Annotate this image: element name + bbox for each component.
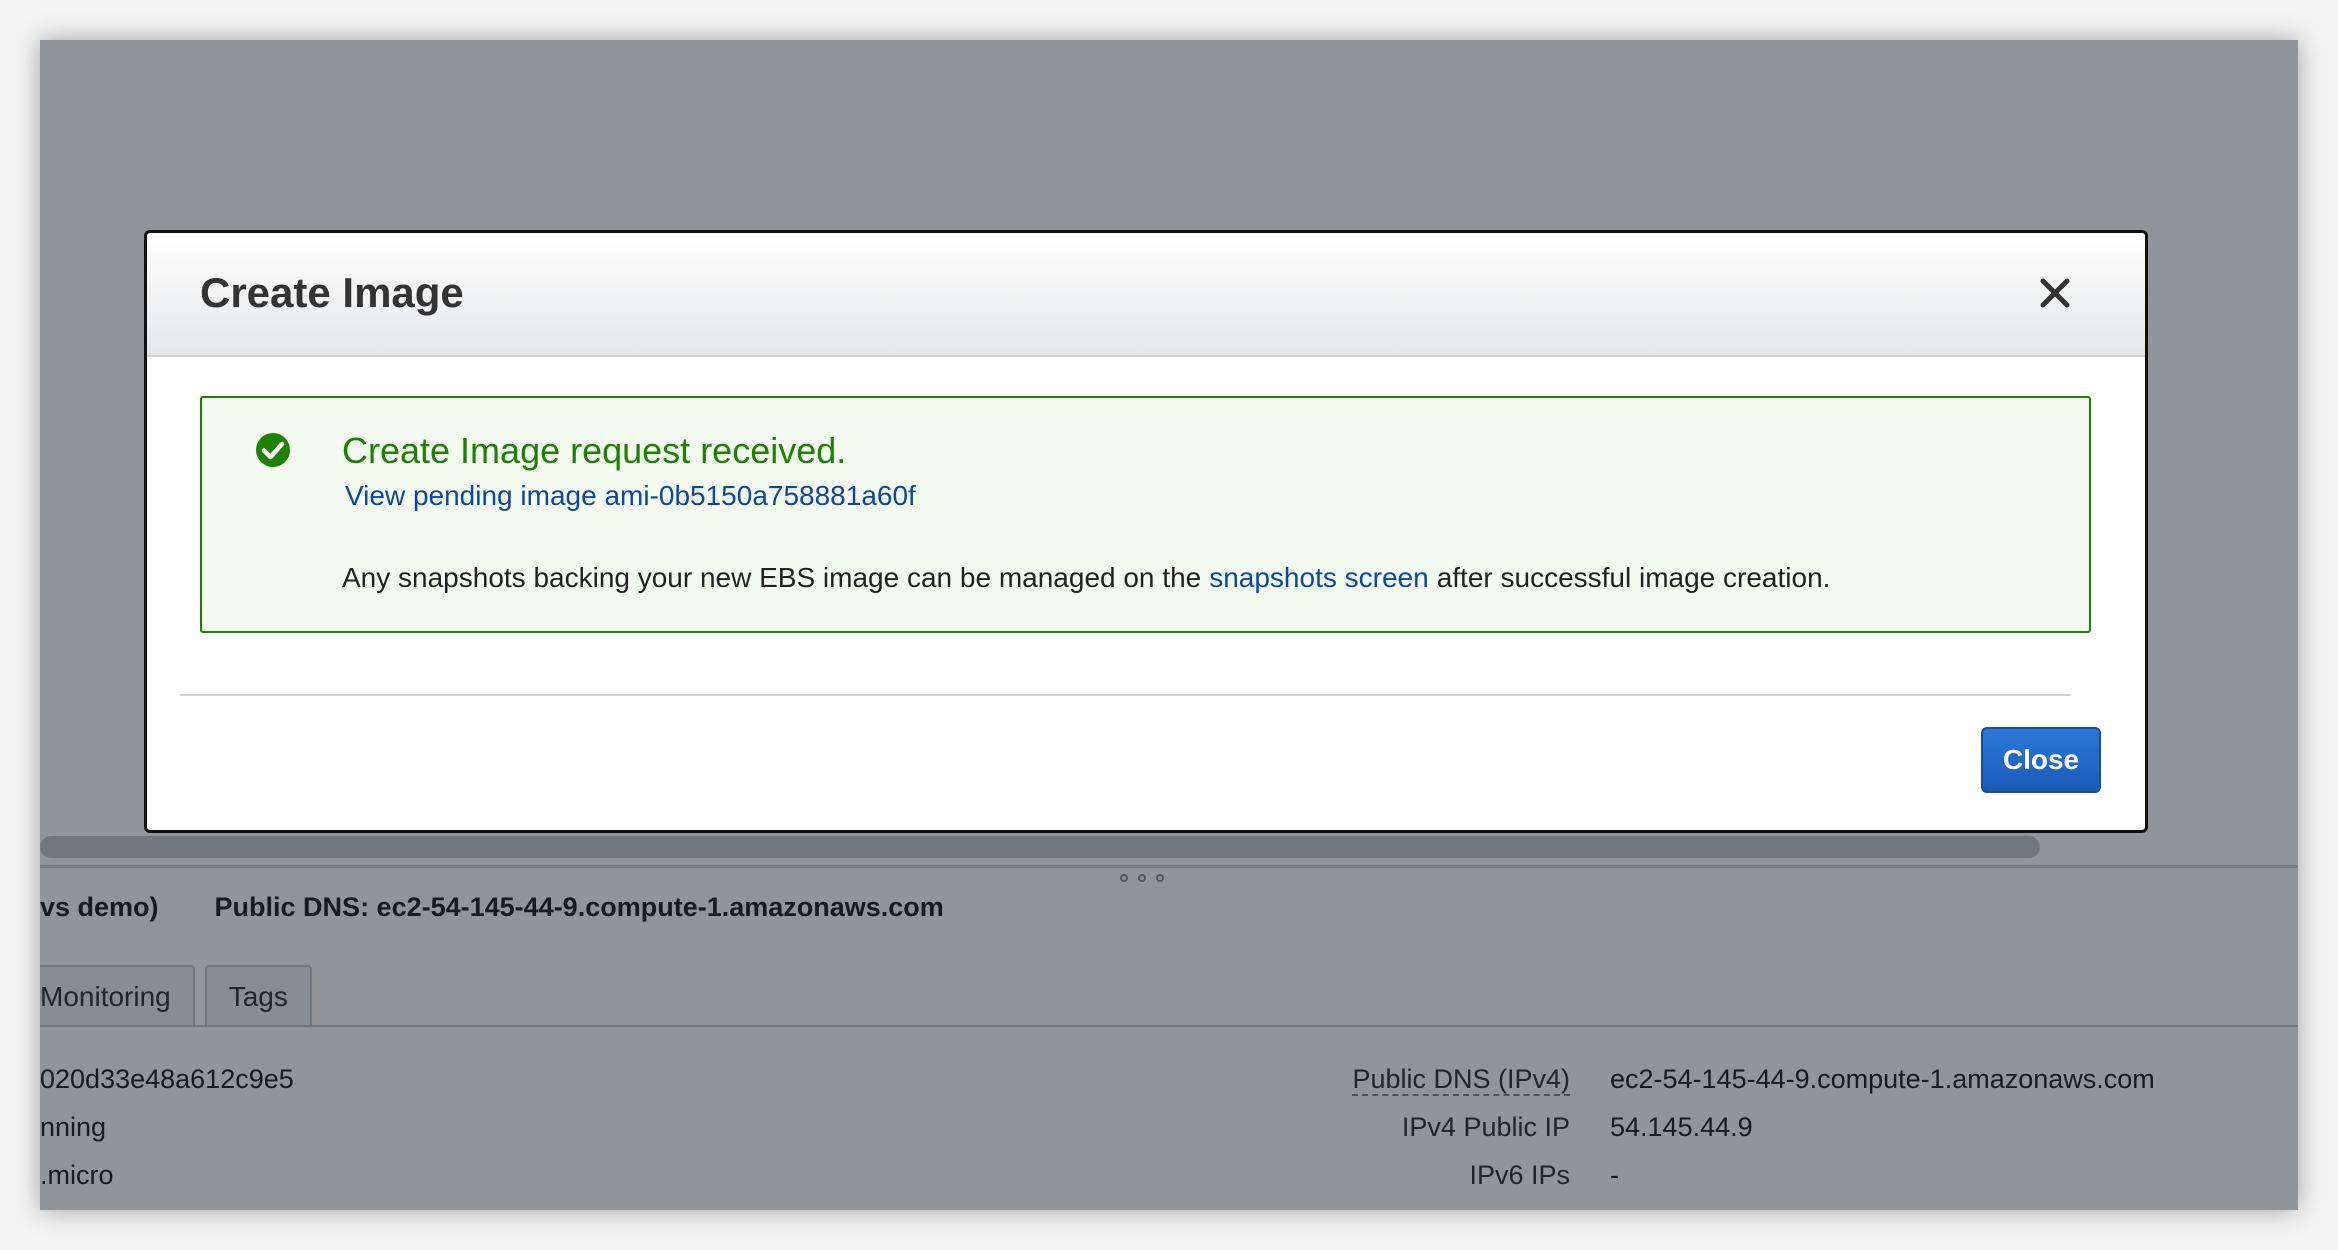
- alert-title: Create Image request received.: [342, 430, 847, 471]
- dialog-title: Create Image: [200, 269, 464, 316]
- note-text-after: after successful image creation.: [1436, 562, 1831, 593]
- note-text-before: Any snapshots backing your new EBS image…: [342, 562, 1202, 593]
- alert-note: Any snapshots backing your new EBS image…: [342, 562, 1830, 594]
- dialog-footer-divider: [180, 694, 2070, 696]
- close-icon[interactable]: [2035, 273, 2075, 313]
- success-alert: Create Image request received. View pend…: [200, 396, 2091, 633]
- check-circle-icon: [255, 432, 291, 468]
- snapshots-screen-link[interactable]: snapshots screen: [1209, 562, 1428, 593]
- close-button[interactable]: Close: [1981, 727, 2101, 793]
- view-pending-image-link[interactable]: View pending image ami-0b5150a758881a60f: [345, 480, 916, 512]
- create-image-dialog: Create Image Create Image request receiv…: [144, 230, 2148, 833]
- browser-window: vs demo) Public DNS: ec2-54-145-44-9.comp…: [40, 40, 2298, 1210]
- dialog-header: Create Image: [147, 233, 2145, 357]
